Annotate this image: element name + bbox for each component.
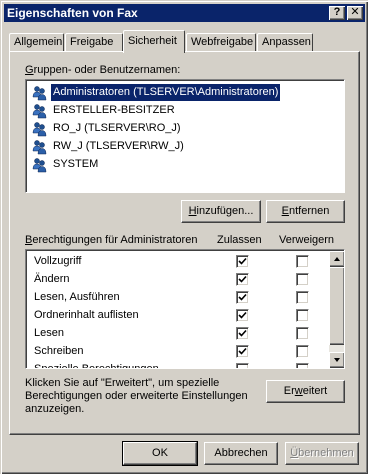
tab-allgemein[interactable]: Allgemein (9, 33, 64, 52)
ok-button[interactable]: OK (122, 441, 198, 466)
users-group-icon (32, 122, 47, 137)
deny-checkbox-vollzugriff[interactable] (296, 255, 309, 268)
permission-row-aendern: Ändern (26, 270, 328, 288)
deny-checkbox-lesen-ausfuehren[interactable] (296, 291, 309, 304)
advanced-hint-line3: anzuzeigen. (25, 403, 85, 415)
allow-checkbox-vollzugriff[interactable] (236, 255, 249, 268)
user-item-label: RW_J (TLSERVER\RW_J) (53, 140, 184, 152)
advanced-hint-line2: Berechtigungen oder erweiterte Einstellu… (25, 390, 248, 402)
allow-checkbox-lesen-ausfuehren[interactable] (236, 291, 249, 304)
properties-dialog: Eigenschaften von Fax ? ✕ Allgemein Frei… (0, 0, 368, 474)
checkmark-icon (238, 311, 247, 319)
scroll-thumb[interactable] (329, 267, 344, 345)
users-group-icon (32, 140, 47, 155)
permission-name: Ändern (34, 273, 70, 285)
permission-row-lesen: Lesen (26, 324, 328, 342)
user-item-label: ERSTELLER-BESITZER (53, 104, 175, 116)
permission-name: Ordnerinhalt auflisten (34, 309, 139, 321)
user-item-label: Administratoren (TLSERVER\Administratore… (51, 84, 281, 101)
permissions-list: Vollzugriff Ändern Lesen, Ausführen Ordn… (25, 249, 345, 369)
permission-row-lesen-ausfuehren: Lesen, Ausführen (26, 288, 328, 306)
permission-name: Spezielle Berechtigungen (34, 363, 159, 369)
user-item-label: RO_J (TLSERVER\RO_J) (53, 122, 181, 134)
permission-name: Vollzugriff (34, 255, 82, 267)
scroll-down-button[interactable] (329, 352, 344, 368)
tab-anpassen[interactable]: Anpassen (257, 33, 313, 52)
permissions-label: Berechtigungen für Administratoren (25, 234, 198, 246)
apply-button[interactable]: Übernehmen (285, 442, 359, 465)
allow-checkbox-aendern[interactable] (236, 273, 249, 286)
allow-checkbox-spezielle[interactable] (236, 363, 249, 368)
remove-button[interactable]: Entfernen (266, 200, 345, 223)
arrow-up-icon (334, 257, 340, 261)
checkmark-icon (238, 329, 247, 337)
allow-checkbox-lesen[interactable] (236, 327, 249, 340)
close-button[interactable]: ✕ (347, 6, 363, 20)
permission-row-spezielle: Spezielle Berechtigungen (26, 360, 328, 369)
permission-row-vollzugriff: Vollzugriff (26, 252, 328, 270)
advanced-button[interactable]: Erweitert (266, 380, 345, 403)
allow-checkbox-ordnerinhalt[interactable] (236, 309, 249, 322)
tab-sicherheit[interactable]: Sicherheit (123, 30, 185, 53)
deny-checkbox-ordnerinhalt[interactable] (296, 309, 309, 322)
title-bar[interactable]: Eigenschaften von Fax ? ✕ (4, 4, 365, 22)
deny-column-header: Verweigern (279, 234, 335, 246)
deny-checkbox-spezielle[interactable] (296, 363, 309, 368)
allow-checkbox-schreiben[interactable] (236, 345, 249, 358)
users-group-icon (32, 158, 47, 173)
permission-row-schreiben: Schreiben (26, 342, 328, 360)
cancel-button[interactable]: Abbrechen (204, 442, 278, 465)
tab-freigabe[interactable]: Freigabe (65, 33, 123, 52)
checkmark-icon (238, 293, 247, 301)
users-group-icon (32, 104, 47, 119)
window-title: Eigenschaften von Fax (7, 6, 138, 20)
checkmark-icon (238, 257, 247, 265)
help-button[interactable]: ? (329, 6, 345, 20)
deny-checkbox-schreiben[interactable] (296, 345, 309, 358)
allow-column-header: Zulassen (217, 234, 262, 246)
checkmark-icon (238, 275, 247, 283)
arrow-down-icon (334, 358, 340, 362)
tab-webfreigabe[interactable]: Webfreigabe (186, 33, 256, 52)
user-item-label: SYSTEM (53, 158, 99, 170)
advanced-hint-line1: Klicken Sie auf "Erweitert", um speziell… (25, 377, 220, 389)
add-button[interactable]: Hinzufügen... (181, 200, 261, 223)
scroll-up-button[interactable] (329, 251, 344, 267)
permission-name: Lesen (34, 327, 64, 339)
permissions-scrollbar[interactable] (329, 251, 344, 368)
permission-name: Schreiben (34, 345, 84, 357)
deny-checkbox-aendern[interactable] (296, 273, 309, 286)
users-listbox[interactable]: Administratoren (TLSERVER\Administratore… (25, 79, 345, 193)
users-label: Gruppen- oder Benutzernamen: (25, 64, 181, 76)
permission-row-ordnerinhalt: Ordnerinhalt auflisten (26, 306, 328, 324)
permission-name: Lesen, Ausführen (34, 291, 120, 303)
users-group-icon (32, 86, 47, 101)
deny-checkbox-lesen[interactable] (296, 327, 309, 340)
checkmark-icon (238, 347, 247, 355)
